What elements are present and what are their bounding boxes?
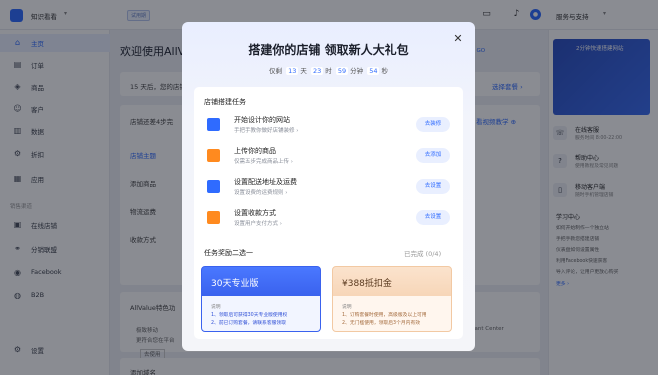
modal-title: 搭建你的店铺 领取新人大礼包 [248, 43, 409, 57]
countdown-unit: 天 [300, 67, 307, 75]
task-name: 上传你的商品 [234, 147, 276, 155]
reward-status: 已完成 (0/4) [404, 250, 442, 258]
go-add-button[interactable]: 去添加 [416, 148, 450, 163]
reward-line: 1、订购套餐时使用，高级版及以上可用 [342, 313, 427, 318]
reward-head: ¥388抵扣金 [342, 279, 392, 289]
reward-sub: 说明 [342, 305, 352, 310]
go-set-shipping-button[interactable]: 去设置 [416, 179, 450, 194]
task-desc[interactable]: 手把手教你做好店铺装修 › [234, 126, 298, 134]
task-payment: 设置收款方式 设置用户支付方式 › 去设置 [207, 207, 450, 233]
task-design-site: 开始设计你的网站 手把手教你做好店铺装修 › 去装修 [207, 114, 450, 140]
shopping-bag-icon [207, 149, 220, 162]
close-icon[interactable]: ✕ [452, 33, 464, 45]
countdown-unit: 秒 [381, 67, 388, 75]
reward-pro-plan-card[interactable]: 30天专业版 说明 1、领取后可获得30天专业版使用权 2、前已订购套餐，请联系… [201, 266, 321, 332]
reward-title: 任务奖励二选一 [204, 249, 253, 257]
countdown: 仅剩 13 天 23 时 59 分钟 54 秒 [182, 65, 475, 75]
task-upload-products: 上传你的商品 仅需五步完成商品上传 › 去添加 [207, 145, 450, 171]
task-desc[interactable]: 设置用户支付方式 › [234, 219, 282, 227]
task-name: 设置配送地址及运费 [234, 178, 297, 186]
reward-line: 1、领取后可获得30天专业版使用权 [211, 313, 288, 318]
reward-sub: 说明 [211, 305, 221, 310]
reward-voucher-card[interactable]: ¥388抵扣金 说明 1、订购套餐时使用，高级版及以上可用 2、无门槛使用，领取… [332, 266, 452, 332]
task-shipping: 设置配送地址及运费 设置设费的运费规则 › 去设置 [207, 176, 450, 202]
countdown-hours: 23 [310, 67, 324, 75]
tasks-title: 店铺搭建任务 [204, 98, 246, 106]
task-desc[interactable]: 设置设费的运费规则 › [234, 188, 287, 196]
go-decorate-button[interactable]: 去装修 [416, 117, 450, 132]
task-desc[interactable]: 仅需五步完成商品上传 › [234, 157, 293, 165]
go-set-payment-button[interactable]: 去设置 [416, 210, 450, 225]
countdown-prefix: 仅剩 [269, 67, 283, 75]
new-user-gift-modal: 搭建你的店铺 领取新人大礼包 ✕ 仅剩 13 天 23 时 59 分钟 54 秒 店铺搭… [182, 22, 475, 351]
countdown-seconds: 54 [367, 67, 380, 75]
task-name: 开始设计你的网站 [234, 116, 290, 124]
card-icon [207, 211, 220, 224]
countdown-unit: 分钟 [350, 67, 364, 75]
reward-line: 2、无门槛使用，领取后3个月内有效 [342, 321, 421, 326]
paint-roller-icon [207, 118, 220, 131]
task-panel: 店铺搭建任务 开始设计你的网站 手把手教你做好店铺装修 › 去装修 上传你的商品… [194, 87, 463, 339]
countdown-days: 13 [286, 67, 299, 75]
task-name: 设置收款方式 [234, 209, 276, 217]
truck-icon [207, 180, 220, 193]
countdown-minutes: 59 [335, 67, 349, 75]
reward-head: 30天专业版 [211, 279, 259, 289]
countdown-unit: 时 [325, 67, 332, 75]
reward-line: 2、前已订购套餐，请联系客服领取 [211, 321, 287, 326]
